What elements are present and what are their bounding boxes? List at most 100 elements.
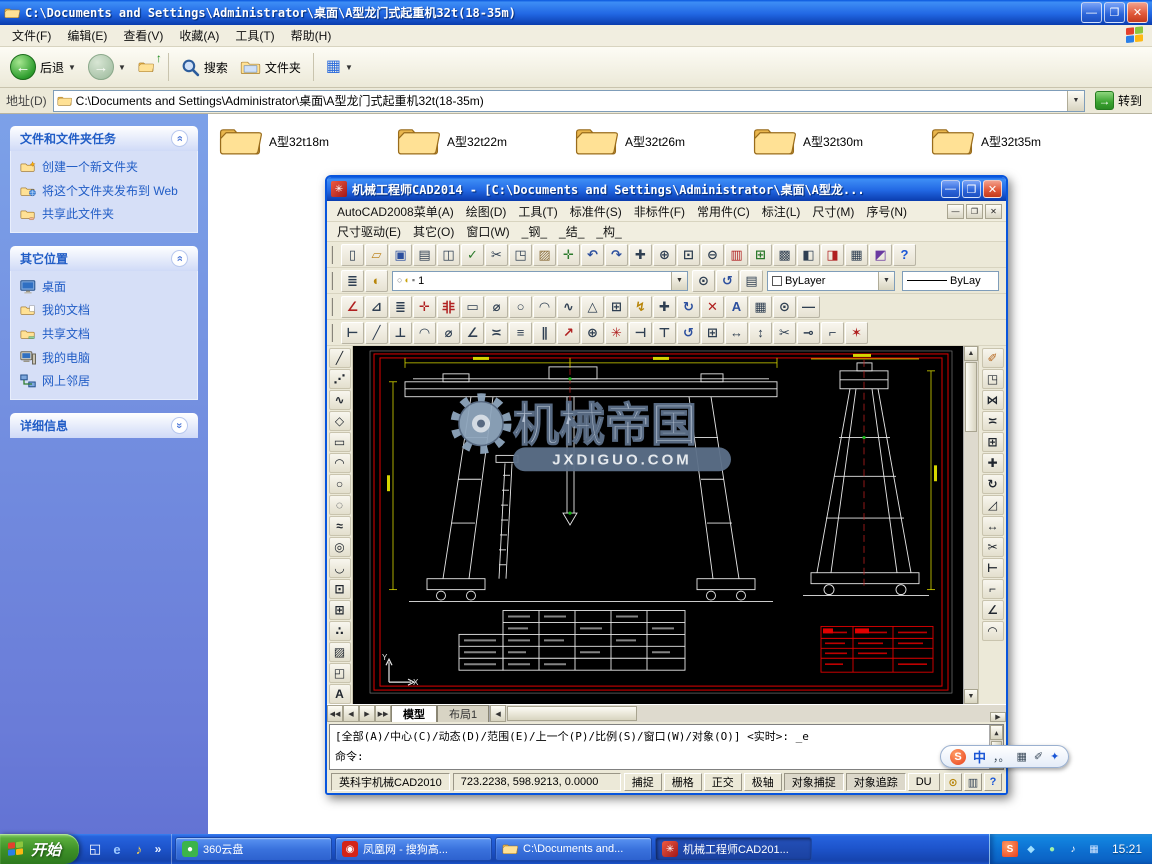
folder-item[interactable]: A型32t18m — [218, 124, 360, 158]
ime-toolbar[interactable]: S 中 ，。 ▦ ✐ ✦ — [940, 745, 1069, 768]
tab-last-button[interactable]: ▶▶ — [375, 705, 391, 722]
folder-item[interactable]: A型32t22m — [396, 124, 538, 158]
cad-menu-item[interactable]: 尺寸驱动(E) — [331, 222, 407, 241]
share-folder-link[interactable]: 共享此文件夹 — [20, 207, 188, 223]
open-file-icon[interactable]: ▱ — [365, 244, 388, 266]
color-combo-arrow[interactable]: ▼ — [878, 272, 894, 290]
render-icon[interactable]: ◩ — [869, 244, 892, 266]
status-toggle[interactable]: 对象追踪 — [846, 773, 906, 791]
undo-icon[interactable]: ↶ — [581, 244, 604, 266]
chamfer-tool-icon[interactable]: ∠ — [982, 600, 1004, 620]
insert-block-icon[interactable]: ⊡ — [329, 579, 351, 599]
hatch-tool-icon[interactable]: ▨ — [329, 642, 351, 662]
scale-tool-icon[interactable]: ◿ — [982, 495, 1004, 515]
dim-diameter-icon[interactable]: ⌀ — [437, 322, 460, 344]
area-icon[interactable]: ⊿ — [365, 296, 388, 318]
cad-close-button[interactable]: ✕ — [983, 180, 1002, 198]
trim-tool-icon[interactable]: ✂ — [982, 537, 1004, 557]
tray-sogou-icon[interactable]: S — [1002, 841, 1018, 857]
help-icon[interactable]: ? — [893, 244, 916, 266]
erase-tool-icon[interactable]: ✐ — [982, 348, 1004, 368]
quick-dim-icon[interactable]: ≍ — [485, 322, 508, 344]
erase-icon[interactable]: ✕ — [701, 296, 724, 318]
tab-prev-button[interactable]: ◀ — [343, 705, 359, 722]
status-toggle[interactable]: 捕捉 — [624, 773, 662, 791]
ime-settings-icon[interactable]: ✦ — [1050, 750, 1059, 763]
taskbar-item-cad[interactable]: ✳ 机械工程师CAD201... — [655, 837, 812, 861]
dim-linear-icon[interactable]: ⊢ — [341, 322, 364, 344]
dim-ordinate-icon[interactable]: ⊥ — [389, 322, 412, 344]
line-tool-icon[interactable]: ╱ — [329, 348, 351, 368]
explorer-menu-item[interactable]: 帮助(H) — [283, 25, 340, 46]
ellipse-arc-tool-icon[interactable]: ◡ — [329, 558, 351, 578]
extend-icon[interactable]: ⊸ — [797, 322, 820, 344]
publish-folder-link[interactable]: 将这个文件夹发布到 Web — [20, 184, 188, 200]
details-panel-header[interactable]: 详细信息 » — [10, 413, 198, 438]
search-button[interactable]: 搜索 — [177, 56, 232, 79]
dim-edit-icon[interactable]: ⊣ — [629, 322, 652, 344]
tab-first-button[interactable]: ◀◀ — [327, 705, 343, 722]
tray-shield-icon[interactable]: ◆ — [1023, 841, 1039, 857]
other-places-panel-header[interactable]: 其它位置 » — [10, 246, 198, 271]
clock[interactable]: 15:21 — [1112, 842, 1142, 856]
locate-point-icon[interactable]: ✛ — [413, 296, 436, 318]
minimize-button[interactable]: — — [1081, 2, 1102, 23]
move-icon[interactable]: ✚ — [653, 296, 676, 318]
expand-chevron-icon[interactable]: » — [171, 417, 188, 434]
point-tool-icon[interactable]: ∴ — [329, 621, 351, 641]
offset-tool-icon[interactable]: ≍ — [982, 411, 1004, 431]
back-dropdown-caret[interactable]: ▼ — [68, 63, 76, 72]
polyline-tool-icon[interactable]: ∿ — [329, 390, 351, 410]
tray-settings-icon[interactable]: ▥ — [964, 773, 982, 791]
folders-button[interactable]: 文件夹 — [236, 57, 305, 78]
horizontal-scrollbar[interactable]: ◀ ▶ — [489, 705, 1006, 722]
explorer-menu-item[interactable]: 工具(T) — [227, 25, 282, 46]
folder-item[interactable]: A型32t30m — [752, 124, 894, 158]
polygon-tool-icon[interactable]: ◇ — [329, 411, 351, 431]
tab-next-button[interactable]: ▶ — [359, 705, 375, 722]
taskbar-item-360cloud[interactable]: ● 360云盘 — [175, 837, 332, 861]
explorer-menu-item[interactable]: 编辑(E) — [59, 25, 115, 46]
mdi-restore-button[interactable]: ❐ — [966, 204, 983, 219]
dim-text-edit-icon[interactable]: ⊤ — [653, 322, 676, 344]
my-documents-link[interactable]: 我的文档 — [20, 303, 188, 319]
tray-volume-icon[interactable]: ♪ — [1065, 841, 1081, 857]
cad-menu-item[interactable]: 常用件(C) — [691, 202, 756, 221]
markup-icon[interactable]: ◨ — [821, 244, 844, 266]
qcalc-icon[interactable]: ▦ — [845, 244, 868, 266]
preview-icon[interactable]: ◫ — [437, 244, 460, 266]
cad-menu-item[interactable]: 其它(O) — [407, 222, 460, 241]
file-tasks-panel-header[interactable]: 文件和文件夹任务 » — [10, 126, 198, 151]
mdi-minimize-button[interactable]: — — [947, 204, 964, 219]
construction-line-icon[interactable]: ⋰ — [329, 369, 351, 389]
tab-model[interactable]: 模型 — [391, 705, 437, 722]
mtext-tool-icon[interactable]: A — [329, 684, 351, 704]
revcloud-tool-icon[interactable]: ◌ — [329, 495, 351, 515]
status-toggle[interactable]: 极轴 — [744, 773, 782, 791]
address-input[interactable]: C:\Documents and Settings\Administrator\… — [53, 90, 1085, 112]
copy-tool-icon[interactable]: ◳ — [982, 369, 1004, 389]
ellipse-tool-icon[interactable]: ◎ — [329, 537, 351, 557]
cad-menu-item[interactable]: 窗口(W) — [460, 222, 515, 241]
close-button[interactable]: ✕ — [1127, 2, 1148, 23]
cut-icon[interactable]: ✂ — [485, 244, 508, 266]
status-toggle[interactable]: 栅格 — [664, 773, 702, 791]
distance-icon[interactable]: ∠ — [341, 296, 364, 318]
ime-keyboard-icon[interactable]: ▦ — [1017, 750, 1027, 763]
ime-language-mode[interactable]: 中 — [973, 747, 986, 766]
cad-titlebar[interactable]: ✳ 机械工程师CAD2014 - [C:\Documents and Setti… — [327, 177, 1006, 201]
measure-icon[interactable]: — — [797, 296, 820, 318]
cad-minimize-button[interactable]: — — [941, 180, 960, 198]
cad-menu-item[interactable]: 非标件(F) — [628, 202, 691, 221]
circle-tool-icon[interactable]: ○ — [329, 474, 351, 494]
tray-cloud-icon[interactable]: ● — [1044, 841, 1060, 857]
scroll-up-arrow[interactable]: ▲ — [964, 346, 978, 361]
start-button[interactable]: 开始 — [0, 834, 79, 864]
pan-icon[interactable]: ✚ — [629, 244, 652, 266]
vertical-scroll-thumb[interactable] — [965, 362, 977, 432]
layer-combo[interactable]: ○◐▪ 1 ▼ — [392, 271, 688, 291]
folder-item[interactable]: A型32t35m — [930, 124, 1072, 158]
collapse-chevron-icon[interactable]: » — [171, 130, 188, 147]
explode-icon[interactable]: ✶ — [845, 322, 868, 344]
tray-network-icon[interactable]: ▦ — [1086, 841, 1102, 857]
